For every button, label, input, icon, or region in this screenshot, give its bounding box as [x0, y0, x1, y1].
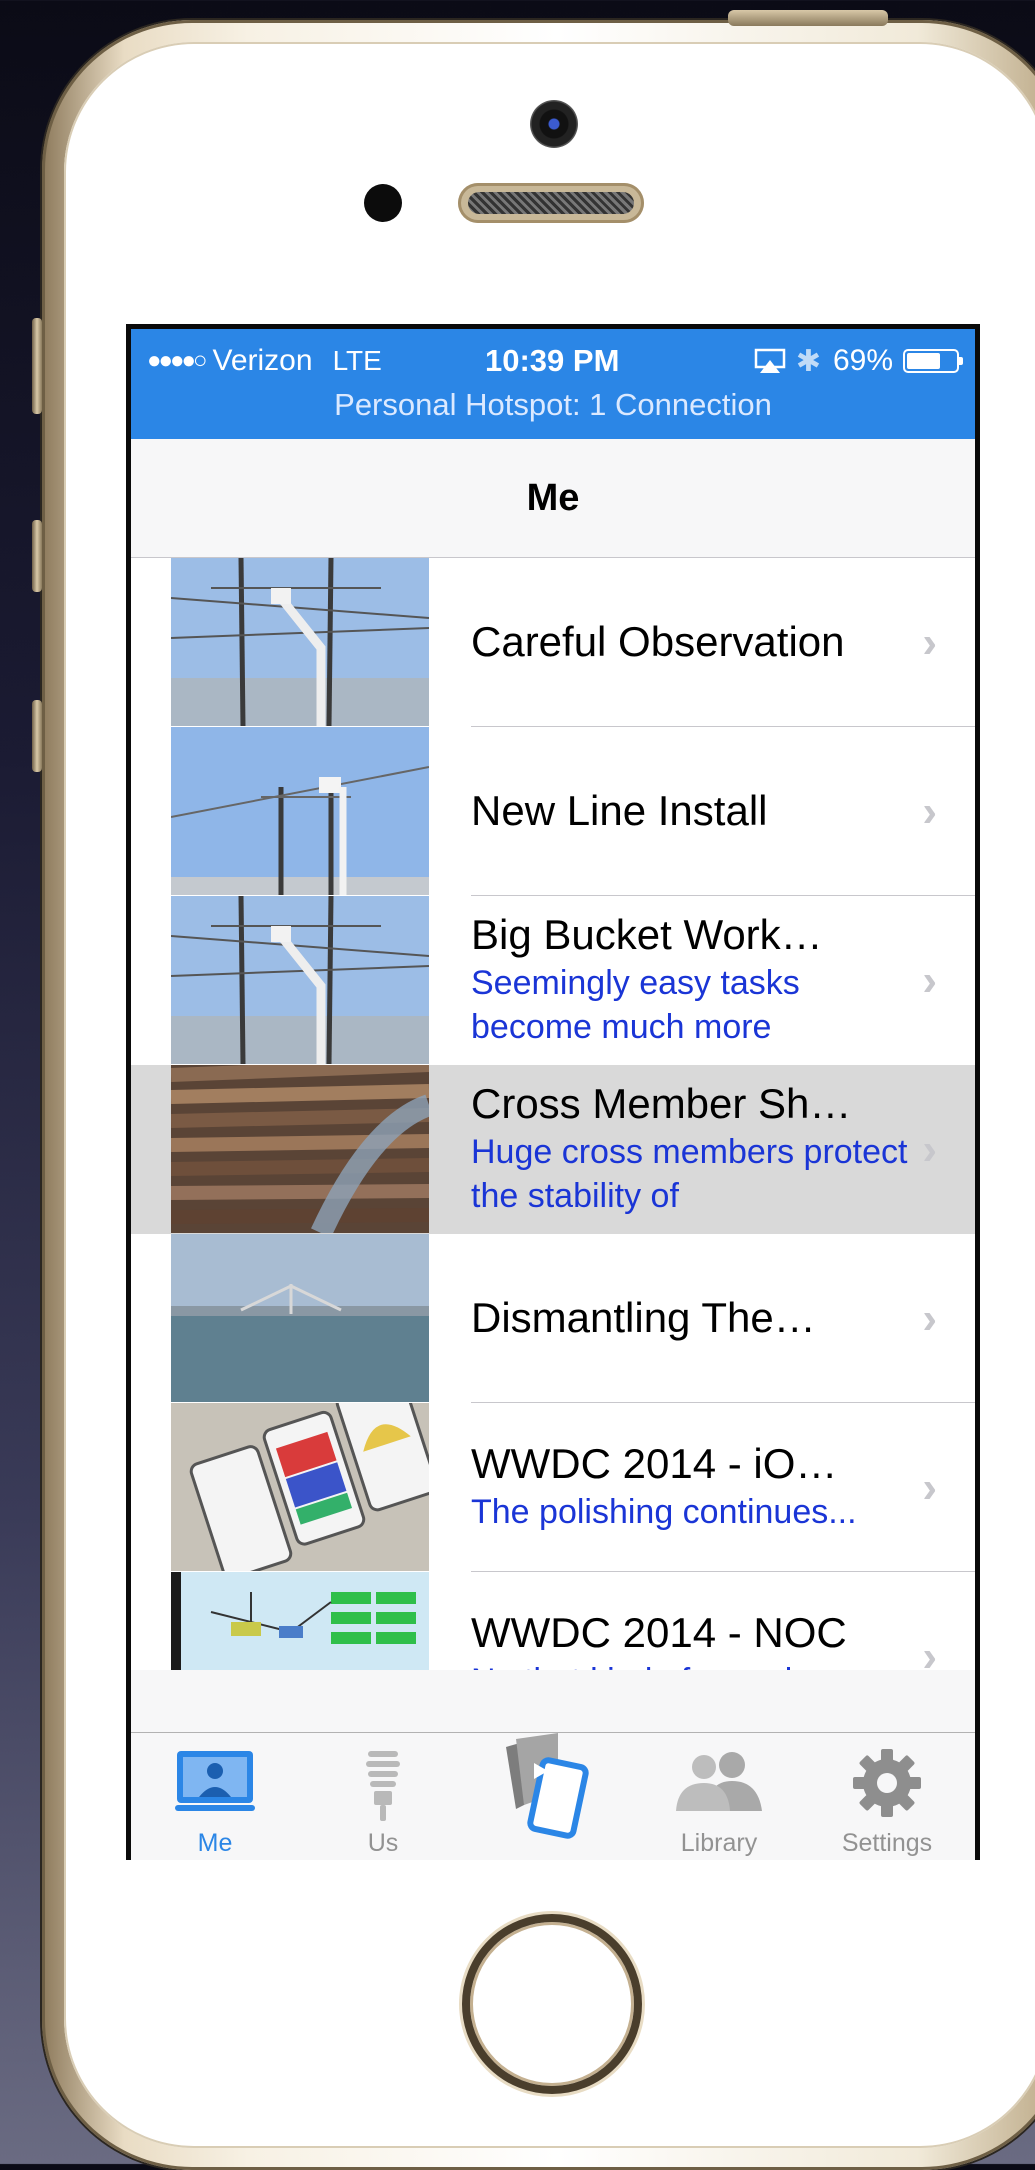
page-title: Me — [526, 476, 580, 519]
home-button[interactable] — [462, 1914, 642, 2094]
chevron-right-icon: › — [922, 787, 937, 836]
front-camera — [530, 100, 578, 148]
chevron-right-icon: › — [922, 1125, 937, 1174]
story-title: WWDC 2014 - iO… — [471, 1440, 838, 1487]
story-subtitle: Huge cross members protect the stability… — [471, 1133, 908, 1215]
bluetooth-icon: ✱ — [795, 344, 821, 378]
story-thumbnail — [171, 727, 429, 895]
story-title: WWDC 2014 - NOC — [471, 1609, 847, 1656]
list-item[interactable]: Big Bucket Work… Seemingly easy tasks bec… — [131, 896, 975, 1065]
proximity-sensor — [364, 184, 402, 222]
tab-settings[interactable]: Settings — [803, 1733, 971, 1860]
list-item[interactable]: Cross Member Sh… Huge cross members prote… — [131, 1065, 975, 1234]
volume-up-button — [32, 520, 42, 592]
list-item[interactable]: Careful Observation › — [131, 558, 975, 727]
tab-library[interactable]: Library — [635, 1733, 803, 1860]
signal-strength-icon: ●●●●○ — [147, 347, 208, 374]
screen: ●●●●○ Verizon LTE 10:39 PM ✱ 69% Persona… — [126, 324, 980, 1860]
list-item[interactable]: WWDC 2014 - iO… The polishing continues..… — [131, 1403, 975, 1572]
carrier-name: Verizon — [212, 344, 313, 377]
airplay-icon — [754, 348, 786, 373]
chevron-right-icon: › — [922, 618, 937, 667]
network-type: LTE — [332, 345, 382, 376]
story-thumbnail — [171, 896, 429, 1064]
gear-icon — [853, 1749, 921, 1817]
story-text: Dismantling The… — [471, 1234, 915, 1402]
story-title: Careful Observation — [471, 618, 845, 665]
story-text: WWDC 2014 - iO… The polishing continues..… — [471, 1403, 915, 1571]
navigation-bar: Me — [131, 439, 975, 558]
story-text: Cross Member Sh… Huge cross members prote… — [471, 1065, 915, 1233]
tab-us[interactable]: Us — [299, 1733, 467, 1860]
story-title: New Line Install — [471, 787, 768, 834]
person-screen-icon — [175, 1751, 255, 1811]
battery-icon — [903, 349, 963, 373]
volume-down-button — [32, 700, 42, 772]
mute-switch — [32, 318, 42, 414]
tab-label: Me — [197, 1829, 233, 1857]
chevron-right-icon: › — [922, 1632, 937, 1670]
earpiece-speaker — [458, 183, 644, 223]
story-title: Dismantling The… — [471, 1294, 816, 1341]
status-bar: ●●●●○ Verizon LTE 10:39 PM ✱ 69% Persona… — [131, 329, 975, 439]
story-subtitle: Seemingly easy tasks become much more — [471, 964, 800, 1046]
story-text: Careful Observation — [471, 558, 915, 726]
story-list[interactable]: Careful Observation › New Line Install › Big… — [131, 558, 975, 1670]
tab-media[interactable] — [467, 1733, 635, 1860]
sleep-button — [728, 10, 888, 26]
list-bottom-spacer — [131, 1670, 975, 1732]
story-thumbnail — [171, 558, 429, 726]
status-time: 10:39 PM — [485, 343, 620, 378]
chevron-right-icon: › — [922, 956, 937, 1005]
story-thumbnail — [171, 1234, 429, 1402]
story-subtitle: The polishing continues... — [471, 1493, 857, 1531]
story-text: New Line Install — [471, 727, 915, 895]
list-item[interactable]: WWDC 2014 - NOC No that kind of speed › — [131, 1572, 975, 1670]
tab-label: Settings — [841, 1829, 933, 1857]
story-text: WWDC 2014 - NOC No that kind of speed — [471, 1572, 915, 1670]
story-title: Cross Member Sh… — [471, 1080, 852, 1127]
story-title: Big Bucket Work… — [471, 911, 823, 958]
hotspot-banner[interactable]: Personal Hotspot: 1 Connection — [131, 387, 975, 423]
chevron-right-icon: › — [922, 1294, 937, 1343]
tab-bar: Me Us Library Settings — [131, 1732, 975, 1860]
story-text: Big Bucket Work… Seemingly easy tasks bec… — [471, 896, 915, 1064]
tab-label: Us — [367, 1829, 399, 1857]
list-item[interactable]: Dismantling The… › — [131, 1234, 975, 1403]
lightbulb-icon — [366, 1751, 400, 1821]
chevron-right-icon: › — [922, 1463, 937, 1512]
battery-percent: 69% — [832, 344, 893, 377]
story-subtitle: No that kind of speed — [471, 1659, 915, 1670]
story-thumbnail — [171, 1065, 429, 1233]
story-thumbnail — [171, 1403, 429, 1571]
tab-me[interactable]: Me — [131, 1733, 299, 1860]
media-tablet-icon — [506, 1733, 589, 1839]
people-icon — [676, 1752, 762, 1811]
tab-label: Library — [680, 1829, 758, 1857]
list-item[interactable]: New Line Install › — [131, 727, 975, 896]
story-thumbnail — [171, 1572, 429, 1670]
